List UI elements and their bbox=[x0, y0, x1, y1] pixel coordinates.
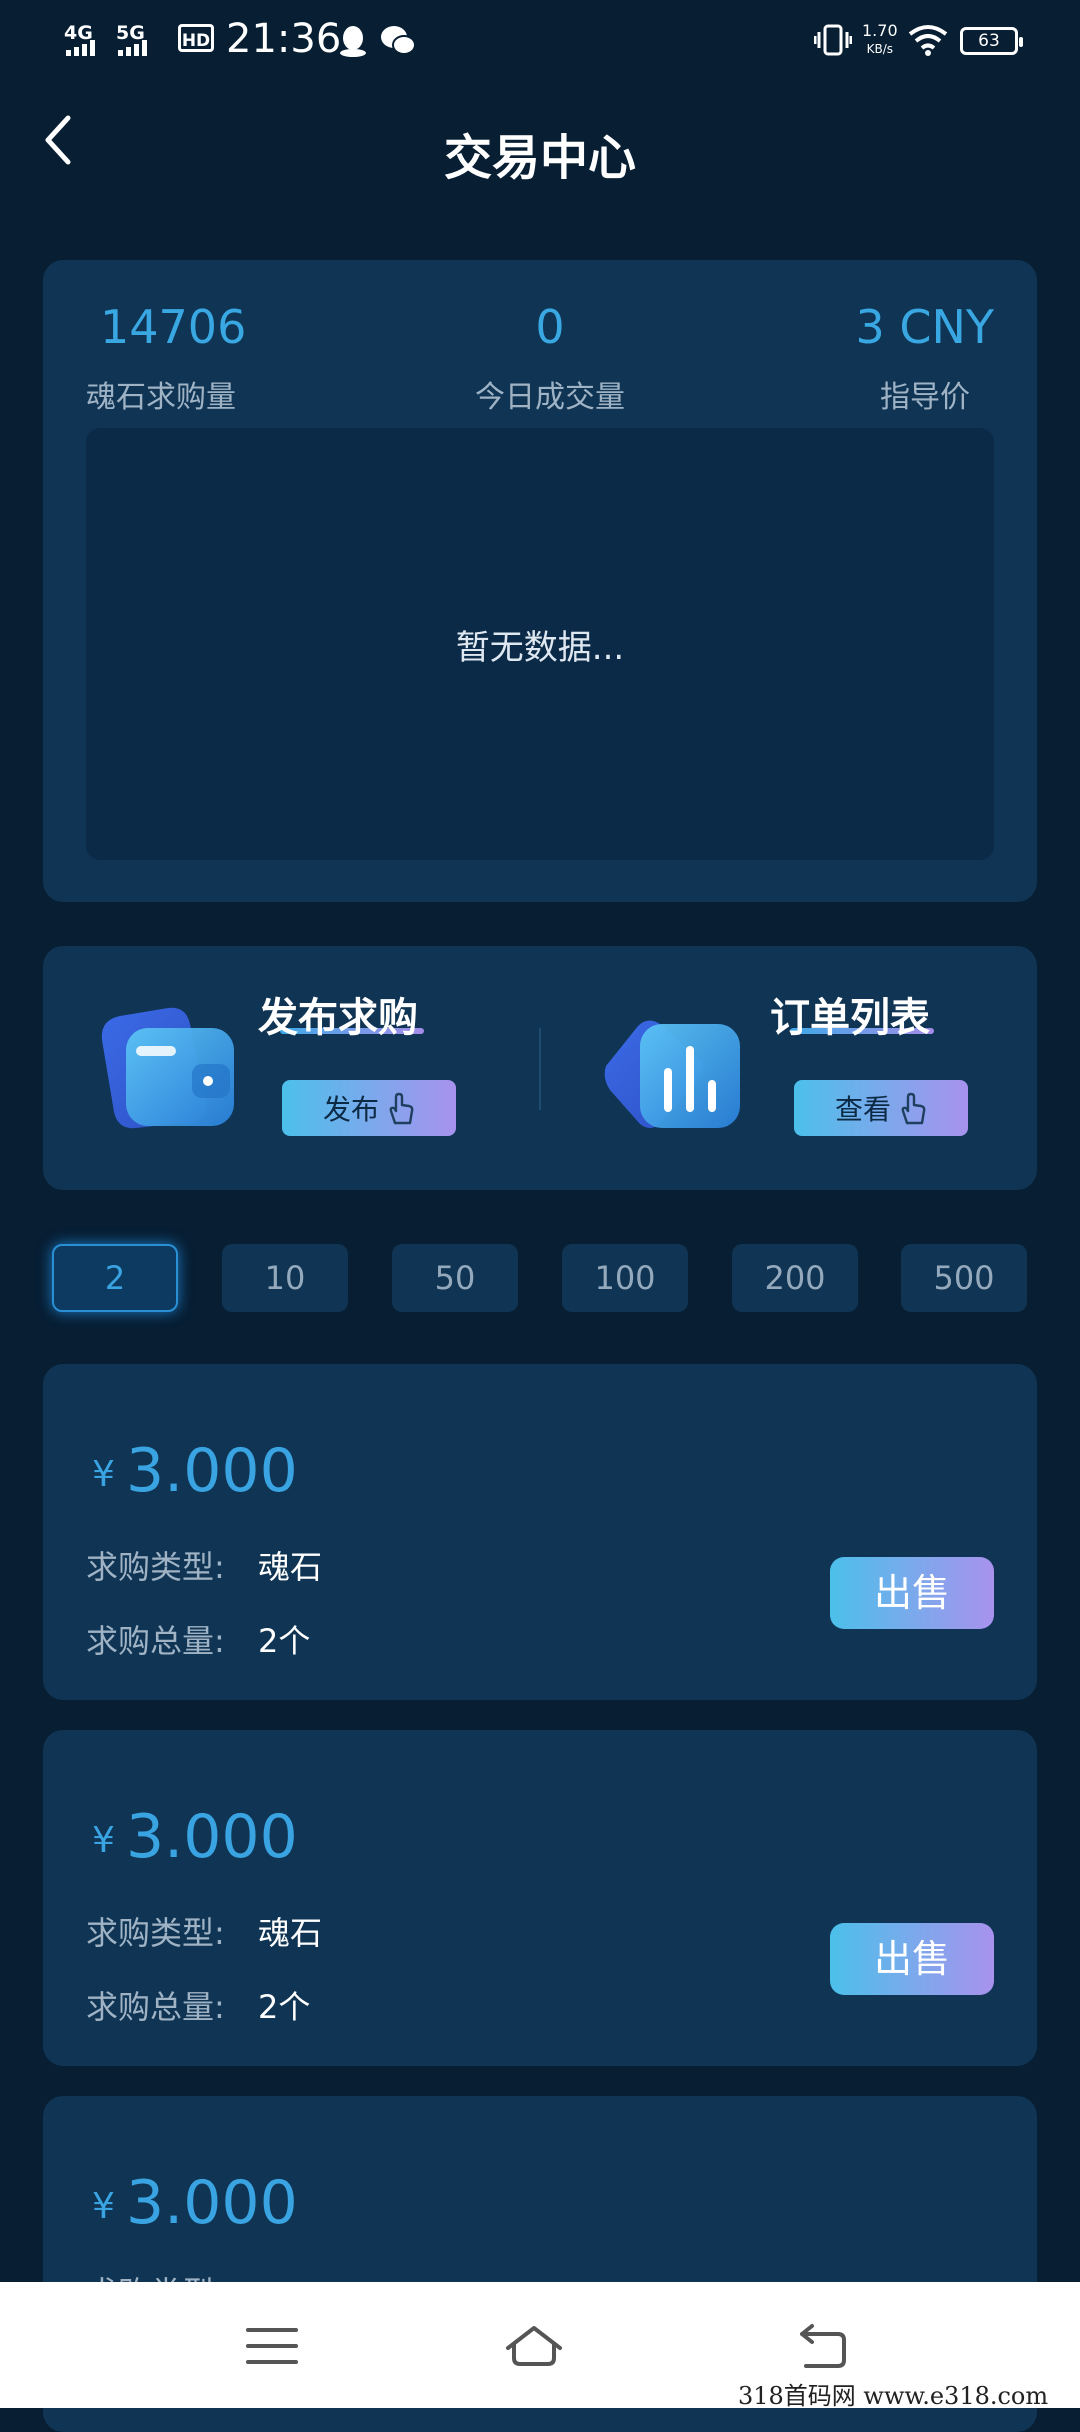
purchase-type-value: 魂石 bbox=[258, 1548, 323, 1586]
amount-filter-10[interactable]: 10 bbox=[222, 1244, 348, 1312]
back-icon[interactable] bbox=[794, 2320, 854, 2372]
empty-data-text: 暂无数据... bbox=[455, 628, 625, 668]
action-divider bbox=[539, 1028, 541, 1110]
purchase-type-value: 魂石 bbox=[258, 1914, 323, 1952]
wallet-icon bbox=[101, 1007, 234, 1129]
sell-button[interactable]: 出售 bbox=[830, 1923, 994, 1995]
orders-title: 订单列表 bbox=[770, 995, 930, 1041]
signal-icon bbox=[118, 40, 147, 56]
purchase-total-value: 2个 bbox=[258, 1622, 311, 1660]
hd-badge: HD bbox=[178, 24, 214, 52]
order-price: 3.000 bbox=[126, 2168, 298, 2238]
wechat-icon bbox=[381, 26, 416, 55]
purchase-volume-label: 魂石求购量 bbox=[86, 380, 236, 415]
menu-icon[interactable] bbox=[242, 2320, 302, 2372]
bar-chart-icon bbox=[604, 1020, 740, 1128]
sell-button[interactable]: 出售 bbox=[830, 1557, 994, 1629]
purchase-type-label: 求购类型: bbox=[86, 1548, 225, 1586]
currency-symbol: ¥ bbox=[92, 1820, 115, 1861]
currency-symbol: ¥ bbox=[92, 1454, 115, 1495]
currency-symbol: ¥ bbox=[92, 2186, 115, 2227]
tap-hand-icon bbox=[389, 1092, 414, 1125]
signal-icon bbox=[66, 40, 95, 56]
purchase-total-value: 2个 bbox=[258, 1988, 311, 2026]
view-orders-button[interactable]: 查看 bbox=[794, 1080, 968, 1136]
amount-filter-50[interactable]: 50 bbox=[392, 1244, 518, 1312]
battery-indicator: 63 bbox=[960, 27, 1023, 55]
amount-filter-100[interactable]: 100 bbox=[562, 1244, 688, 1312]
purchase-type-label: 求购类型: bbox=[86, 1914, 225, 1952]
publish-button[interactable]: 发布 bbox=[282, 1080, 456, 1136]
guide-price-value: 3 CNY bbox=[855, 300, 994, 354]
watermark: 318首码网 www.e318.com bbox=[738, 2382, 1049, 2410]
vibrate-icon bbox=[814, 24, 852, 56]
today-volume-label: 今日成交量 bbox=[475, 380, 625, 415]
wifi-icon bbox=[908, 25, 948, 56]
publish-title: 发布求购 bbox=[258, 995, 418, 1041]
view-orders-button-label: 查看 bbox=[834, 1093, 891, 1126]
guide-price-label: 指导价 bbox=[880, 380, 970, 415]
purchase-volume-value: 14706 bbox=[100, 300, 247, 354]
page-title: 交易中心 bbox=[443, 130, 636, 186]
order-price: 3.000 bbox=[126, 1802, 298, 1872]
home-icon[interactable] bbox=[504, 2320, 564, 2372]
purchase-total-label: 求购总量: bbox=[86, 1622, 225, 1660]
tap-hand-icon bbox=[901, 1092, 926, 1125]
publish-button-label: 发布 bbox=[322, 1093, 379, 1126]
amount-filter-200[interactable]: 200 bbox=[732, 1244, 858, 1312]
order-price: 3.000 bbox=[126, 1436, 298, 1506]
status-time: 21:36 bbox=[226, 16, 342, 62]
qq-icon bbox=[340, 26, 366, 57]
purchase-total-label: 求购总量: bbox=[86, 1988, 225, 2026]
status-bar: 4G 5G HD 21:36 1.70 KB/s 63 bbox=[0, 0, 1080, 80]
network-speed: 1.70 KB/s bbox=[862, 21, 898, 57]
amount-filter-500[interactable]: 500 bbox=[901, 1244, 1027, 1312]
today-volume-value: 0 bbox=[535, 300, 565, 354]
amount-filter-2[interactable]: 2 bbox=[52, 1244, 178, 1312]
